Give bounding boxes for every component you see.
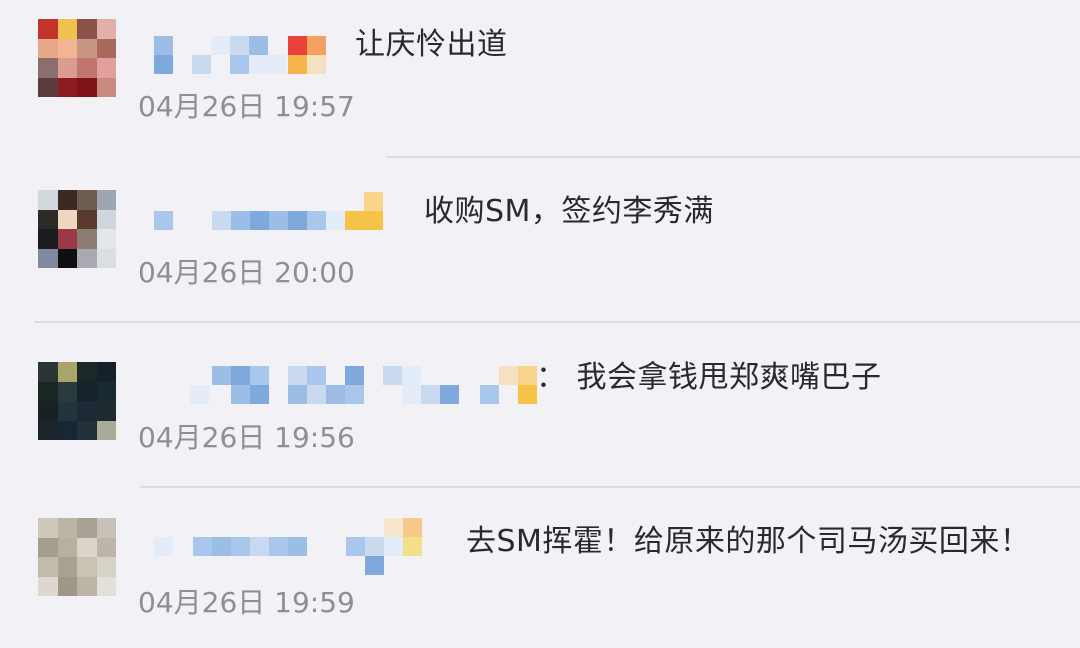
comment-text: 收购SM，签约李秀满 <box>424 194 714 229</box>
username-pixelated[interactable] <box>150 190 390 234</box>
divider <box>140 486 1080 488</box>
username-pixelated[interactable] <box>150 518 440 575</box>
comment-timestamp: 04月26日 20:00 <box>138 256 355 289</box>
avatar[interactable] <box>38 518 116 596</box>
comment-list: 让庆怜出道 04月26日 19:57 收购SM，签约李秀满 04月26日 20:… <box>0 0 1080 648</box>
username-pixelated[interactable] <box>190 362 540 406</box>
comment-text: 去SM挥霍！给原来的那个司马汤买回来！ <box>466 524 1031 559</box>
comment-text: ： 我会拿钱甩郑爽嘴巴子 <box>536 360 882 395</box>
comment-timestamp: 04月26日 19:56 <box>138 421 355 454</box>
divider <box>34 321 1080 323</box>
comment-timestamp: 04月26日 19:59 <box>138 586 355 619</box>
avatar[interactable] <box>38 362 116 440</box>
comment-item: 去SM挥霍！给原来的那个司马汤买回来！ 04月26日 19:59 <box>0 0 1080 619</box>
avatar[interactable] <box>38 190 116 268</box>
